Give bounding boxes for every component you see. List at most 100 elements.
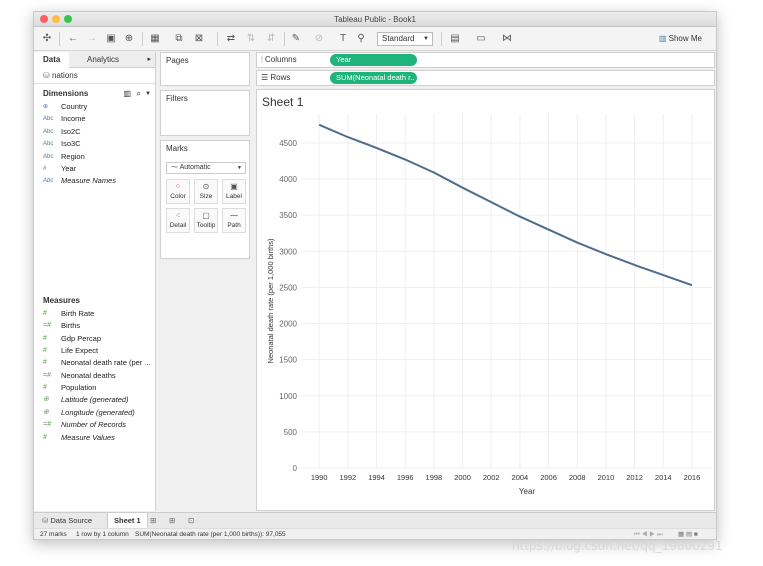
number-type-icon: #	[43, 309, 47, 317]
pane-menu-icon[interactable]: ▸	[147, 55, 151, 63]
color-icon: ⁘	[174, 182, 182, 191]
measure-field-label: Neonatal deaths	[61, 370, 116, 380]
dimension-field[interactable]: Abc Income	[34, 113, 155, 125]
group-icon[interactable]: ⊘	[312, 32, 326, 46]
x-tick-label: 2002	[483, 473, 500, 482]
measure-field[interactable]: # Population	[34, 382, 155, 394]
show-cards-icon[interactable]: ▤	[448, 32, 462, 46]
swap-icon[interactable]: ⇄	[224, 32, 238, 46]
sort-ascending-icon[interactable]: ⇅	[244, 32, 258, 46]
status-marks: 27 marks	[40, 531, 67, 538]
close-window-button[interactable]	[40, 15, 48, 23]
new-story-icon[interactable]: ⊡	[182, 513, 200, 528]
measure-field-label: Population	[61, 383, 97, 393]
datasource-item[interactable]: ⛁ nations	[34, 68, 155, 84]
color-button[interactable]: ⁘ Color	[166, 179, 190, 204]
series-line	[318, 123, 693, 287]
dimensions-menu-icon[interactable]: ▼	[145, 87, 151, 101]
chevron-down-icon: ▼	[237, 165, 242, 171]
new-worksheet-icon[interactable]: ⊞	[144, 513, 162, 528]
tab-data-source[interactable]: ⛁ Data Source	[36, 513, 98, 528]
number-type-icon: #	[43, 165, 47, 172]
view-toggle-icon[interactable]: ▥	[123, 87, 131, 101]
measure-field[interactable]: # Measure Values	[34, 432, 155, 444]
x-tick-label: 2008	[569, 473, 586, 482]
marks-card-title: Marks	[166, 144, 188, 153]
dimension-field-label: Region	[61, 151, 85, 161]
new-worksheet-icon[interactable]: ▦	[148, 32, 162, 46]
pin-icon[interactable]: ⚲	[354, 32, 368, 46]
filters-card[interactable]: Filters	[160, 90, 250, 136]
minimize-window-button[interactable]	[52, 15, 60, 23]
number-type-icon: =#	[43, 421, 51, 429]
dimension-field[interactable]: ⊕ Country	[34, 101, 155, 113]
measure-field[interactable]: # Life Expect	[34, 345, 155, 357]
measure-field[interactable]: ⊕ Longitude (generated)	[34, 407, 155, 419]
columns-label: Columns	[265, 55, 297, 64]
number-type-icon: #	[43, 384, 47, 392]
dimension-field[interactable]: Abc Iso2C	[34, 126, 155, 138]
filters-card-title: Filters	[166, 94, 188, 103]
dimension-field[interactable]: Abc Iso3C	[34, 138, 155, 150]
tooltip-button[interactable]: ▢ Tooltip	[194, 208, 218, 233]
dimension-field[interactable]: Abc Region	[34, 151, 155, 163]
fit-select[interactable]: Standard ▼	[377, 32, 433, 46]
show-me-button[interactable]: ▥ Show Me	[659, 32, 702, 46]
detail-icon: ⁖	[175, 211, 181, 220]
line-chart: 0 500 1000 1500 2000 2500 3000 3500 4000 4500 1990…	[266, 114, 712, 496]
label-button[interactable]: ▣ Label	[222, 179, 246, 204]
datasource-icon: ⛁	[43, 71, 52, 80]
undo-icon[interactable]: ←	[66, 32, 80, 46]
dimension-field-label: Iso3C	[61, 139, 81, 149]
measure-field[interactable]: =# Neonatal deaths	[34, 370, 155, 382]
dimension-field-label: Measure Names	[61, 176, 117, 186]
string-type-icon: Abc	[43, 128, 54, 135]
path-button[interactable]: ⁓ Path	[222, 208, 246, 233]
dimension-field[interactable]: Abc Measure Names	[34, 175, 155, 187]
data-pane: Data Analytics ▸ ⛁ nations Dimensions ▥ …	[34, 52, 156, 511]
save-icon[interactable]: ▣	[104, 32, 118, 46]
rows-label: Rows	[270, 73, 291, 82]
measure-field-label: Longitude (generated)	[61, 407, 135, 417]
y-tick-label: 500	[284, 428, 298, 437]
new-datasource-icon[interactable]: ⊕	[122, 32, 136, 46]
search-icon[interactable]: ⌕	[137, 87, 141, 101]
share-icon[interactable]: ⋈	[500, 32, 514, 46]
detail-button[interactable]: ⁖ Detail	[166, 208, 190, 233]
duplicate-icon[interactable]: ⧉	[172, 32, 186, 46]
mark-type-select[interactable]: ⁓ Automatic ▼	[166, 162, 246, 174]
clear-sheet-icon[interactable]: ⊠	[192, 32, 206, 46]
maximize-window-button[interactable]	[64, 15, 72, 23]
presentation-icon[interactable]: ▭	[474, 32, 488, 46]
dimension-field[interactable]: # Year	[34, 163, 155, 175]
worksheet-view[interactable]: Sheet 1 0 500 1000 1500 2000 2500 3000 3500 4000…	[256, 89, 715, 511]
number-type-icon: #	[43, 346, 47, 354]
rows-shelf[interactable]: ☰ Rows SUM(Neonatal death r..	[256, 70, 715, 86]
redo-icon[interactable]: →	[85, 32, 99, 46]
tab-analytics[interactable]: Analytics	[78, 52, 128, 68]
measure-field-label: Births	[61, 321, 81, 331]
pages-card[interactable]: Pages	[160, 52, 250, 86]
tableau-logo-icon[interactable]: ✣	[40, 32, 54, 46]
number-type-icon: =#	[43, 371, 51, 379]
tab-sheet-1[interactable]: Sheet 1	[107, 513, 148, 528]
string-type-icon: Abc	[43, 116, 54, 123]
string-type-icon: Abc	[43, 178, 54, 185]
highlight-icon[interactable]: ✎	[289, 32, 303, 46]
measure-field[interactable]: # Birth Rate	[34, 308, 155, 320]
measure-field[interactable]: # Neonatal death rate (per ...	[34, 357, 155, 369]
measure-field[interactable]: =# Number of Records	[34, 419, 155, 431]
measure-field[interactable]: =# Births	[34, 320, 155, 332]
tab-data[interactable]: Data	[34, 52, 70, 69]
number-type-icon: =#	[43, 322, 51, 330]
sort-descending-icon[interactable]: ⇵	[264, 32, 278, 46]
label-icon[interactable]: T	[336, 32, 350, 46]
measure-field[interactable]: ⊕ Latitude (generated)	[34, 394, 155, 406]
columns-pill-year[interactable]: Year	[330, 54, 417, 66]
new-dashboard-icon[interactable]: ⊞	[163, 513, 181, 528]
rows-pill-neonatal[interactable]: SUM(Neonatal death r..	[330, 72, 417, 84]
globe-icon: ⊕	[43, 408, 49, 416]
size-button[interactable]: ⊙ Size	[194, 179, 218, 204]
columns-shelf[interactable]: ⦙ Columns Year	[256, 52, 715, 68]
measure-field[interactable]: # Gdp Percap	[34, 333, 155, 345]
